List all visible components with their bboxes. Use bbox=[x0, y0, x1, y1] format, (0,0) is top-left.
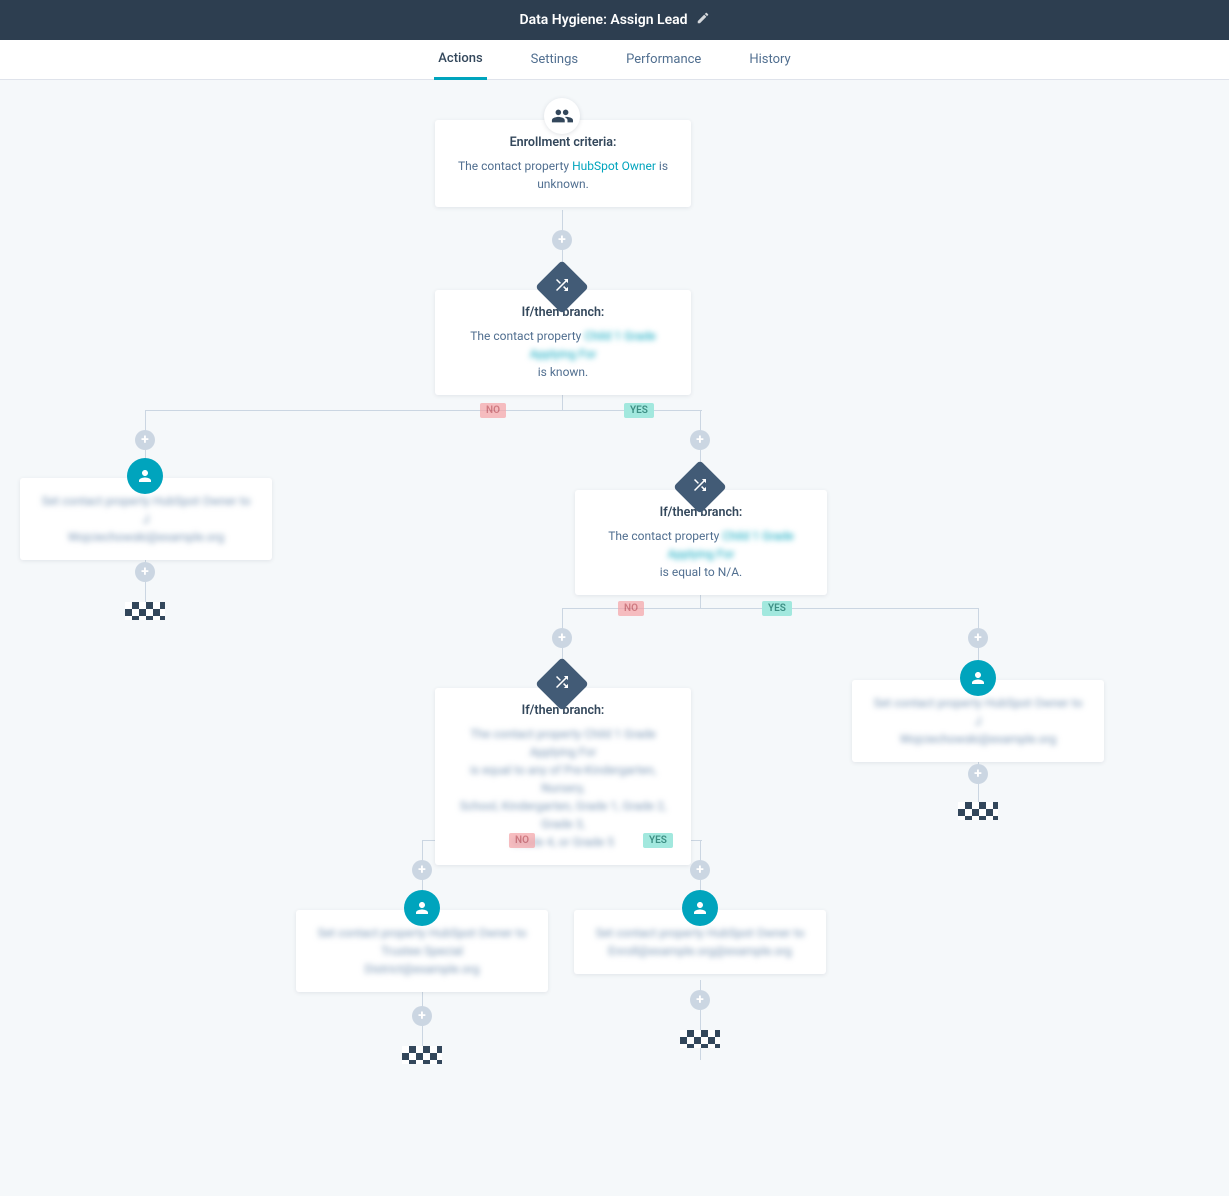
add-action-button[interactable]: + bbox=[412, 860, 432, 880]
end-icon bbox=[125, 602, 165, 620]
set-owner-icon bbox=[960, 660, 996, 696]
end-icon bbox=[402, 1046, 442, 1064]
action-text: Set contact property HubSpot Owner to J … bbox=[874, 696, 1083, 746]
end-icon bbox=[958, 802, 998, 820]
edit-title-icon[interactable] bbox=[696, 11, 710, 29]
branch-text: The contact property Child 1 Grade Apply… bbox=[460, 727, 666, 849]
tab-settings[interactable]: Settings bbox=[527, 41, 582, 78]
add-action-button[interactable]: + bbox=[690, 860, 710, 880]
tab-history[interactable]: History bbox=[745, 41, 794, 78]
set-owner-icon bbox=[127, 458, 163, 494]
set-owner-icon bbox=[404, 890, 440, 926]
add-action-button[interactable]: + bbox=[968, 628, 988, 648]
no-badge: NO bbox=[509, 833, 535, 848]
branch-text: The contact property Child 1 Grade Apply… bbox=[608, 529, 793, 579]
add-action-button[interactable]: + bbox=[690, 430, 710, 450]
end-icon bbox=[680, 1030, 720, 1048]
enrollment-title: Enrollment criteria: bbox=[453, 134, 673, 153]
add-action-button[interactable]: + bbox=[135, 562, 155, 582]
tab-bar: Actions Settings Performance History bbox=[0, 40, 1229, 80]
no-badge: NO bbox=[618, 601, 644, 616]
add-action-button[interactable]: + bbox=[552, 230, 572, 250]
workflow-canvas[interactable]: Enrollment criteria: The contact propert… bbox=[0, 80, 1229, 1196]
no-badge: NO bbox=[480, 403, 506, 418]
tab-actions[interactable]: Actions bbox=[434, 40, 486, 80]
page-header: Data Hygiene: Assign Lead bbox=[0, 0, 1229, 40]
action-text: Set contact property HubSpot Owner to Tr… bbox=[318, 926, 527, 976]
yes-badge: YES bbox=[643, 833, 673, 848]
tab-performance[interactable]: Performance bbox=[622, 41, 705, 78]
add-action-button[interactable]: + bbox=[690, 990, 710, 1010]
enrollment-text: The contact property HubSpot Owner is un… bbox=[458, 159, 668, 191]
property-link[interactable]: HubSpot Owner bbox=[572, 159, 656, 173]
branch-text: The contact property Child 1 Grade Apply… bbox=[470, 329, 655, 379]
enrollment-icon bbox=[544, 98, 580, 134]
add-action-button[interactable]: + bbox=[968, 764, 988, 784]
add-action-button[interactable]: + bbox=[412, 1006, 432, 1026]
action-text: Set contact property HubSpot Owner to En… bbox=[596, 926, 805, 958]
set-owner-icon bbox=[682, 890, 718, 926]
yes-badge: YES bbox=[624, 403, 654, 418]
add-action-button[interactable]: + bbox=[135, 430, 155, 450]
yes-badge: YES bbox=[762, 601, 792, 616]
action-text: Set contact property HubSpot Owner to J … bbox=[42, 494, 251, 544]
add-action-button[interactable]: + bbox=[552, 628, 572, 648]
page-title: Data Hygiene: Assign Lead bbox=[519, 12, 687, 28]
